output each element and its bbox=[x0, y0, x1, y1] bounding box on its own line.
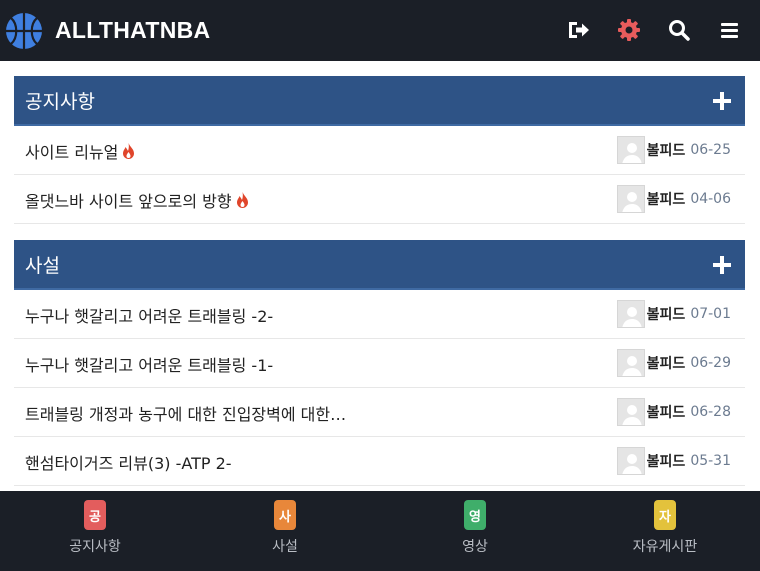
avatar bbox=[616, 185, 645, 213]
section-header: 사설 bbox=[14, 240, 745, 290]
list-item[interactable]: 올댓느바 사이트 앞으로의 방향 볼피드 04-06 bbox=[14, 175, 745, 224]
post-title[interactable]: 사이트 리뉴얼 bbox=[25, 143, 118, 162]
post-date: 04-06 bbox=[690, 191, 731, 207]
nav-label: 영상 bbox=[462, 539, 488, 555]
nav-label: 자유게시판 bbox=[632, 539, 698, 555]
bottom-nav-video[interactable]: 영 영상 bbox=[380, 491, 570, 571]
hamburger-menu-icon[interactable] bbox=[717, 17, 743, 43]
post-date: 06-25 bbox=[690, 142, 731, 158]
freeboard-badge-icon: 자 bbox=[654, 500, 676, 530]
nav-label: 사설 bbox=[272, 539, 298, 555]
avatar bbox=[616, 349, 645, 377]
notice-badge-icon: 공 bbox=[84, 500, 106, 530]
post-date: 07-01 bbox=[690, 306, 731, 322]
avatar bbox=[616, 398, 645, 426]
hot-fire-icon bbox=[123, 143, 135, 159]
post-author[interactable]: 볼피드 bbox=[647, 140, 686, 160]
post-title[interactable]: 트래블링 개정과 농구에 대한 진입장벽에 대한… bbox=[25, 401, 346, 425]
avatar bbox=[616, 136, 645, 164]
post-author[interactable]: 볼피드 bbox=[647, 353, 686, 373]
post-date: 05-31 bbox=[690, 453, 731, 469]
bottom-navbar: 공 공지사항 사 사설 영 영상 자 자유게시판 bbox=[0, 491, 760, 571]
notice-section: 공지사항 사이트 리뉴얼 볼피드 06-25 올댓느바 사이트 앞으로의 방향 … bbox=[14, 76, 745, 224]
basketball-logo-icon[interactable] bbox=[4, 11, 44, 51]
post-meta: 볼피드 06-28 bbox=[616, 398, 731, 426]
bottom-nav-notice[interactable]: 공 공지사항 bbox=[0, 491, 190, 571]
list-item[interactable]: 누구나 햇갈리고 어려운 트래블링 -1- 볼피드 06-29 bbox=[14, 339, 745, 388]
search-icon[interactable] bbox=[666, 17, 692, 43]
list-item[interactable]: 트래블링 개정과 농구에 대한 진입장벽에 대한… 볼피드 06-28 bbox=[14, 388, 745, 437]
post-meta: 볼피드 04-06 bbox=[616, 185, 731, 213]
post-title[interactable]: 핸섬타이거즈 리뷰(3) -ATP 2- bbox=[25, 450, 232, 474]
post-title[interactable]: 누구나 햇갈리고 어려운 트래블링 -2- bbox=[25, 303, 273, 327]
bottom-nav-freeboard[interactable]: 자 자유게시판 bbox=[570, 491, 760, 571]
list-item[interactable]: 핸섬타이거즈 리뷰(3) -ATP 2- 볼피드 05-31 bbox=[14, 437, 745, 486]
site-brand[interactable]: ALLTHATNBA bbox=[55, 17, 210, 44]
avatar bbox=[616, 447, 645, 475]
post-meta: 볼피드 05-31 bbox=[616, 447, 731, 475]
avatar bbox=[616, 300, 645, 328]
logout-icon[interactable] bbox=[566, 17, 592, 43]
video-badge-icon: 영 bbox=[464, 500, 486, 530]
section-title[interactable]: 사설 bbox=[14, 251, 60, 278]
post-title[interactable]: 올댓느바 사이트 앞으로의 방향 bbox=[25, 192, 232, 211]
section-header: 공지사항 bbox=[14, 76, 745, 126]
post-author[interactable]: 볼피드 bbox=[647, 189, 686, 209]
post-author[interactable]: 볼피드 bbox=[647, 402, 686, 422]
post-author[interactable]: 볼피드 bbox=[647, 304, 686, 324]
main-content: 공지사항 사이트 리뉴얼 볼피드 06-25 올댓느바 사이트 앞으로의 방향 … bbox=[0, 61, 760, 491]
post-author[interactable]: 볼피드 bbox=[647, 451, 686, 471]
editorial-section: 사설 누구나 햇갈리고 어려운 트래블링 -2- 볼피드 07-01 누구나 햇… bbox=[14, 240, 745, 486]
post-title[interactable]: 누구나 햇갈리고 어려운 트래블링 -1- bbox=[25, 352, 273, 376]
list-item[interactable]: 사이트 리뉴얼 볼피드 06-25 bbox=[14, 126, 745, 175]
post-date: 06-28 bbox=[690, 404, 731, 420]
list-item[interactable]: 누구나 햇갈리고 어려운 트래블링 -2- 볼피드 07-01 bbox=[14, 290, 745, 339]
hot-fire-icon bbox=[236, 192, 248, 208]
post-meta: 볼피드 06-25 bbox=[616, 136, 731, 164]
nav-label: 공지사항 bbox=[69, 539, 121, 555]
top-navbar: ALLTHATNBA bbox=[0, 0, 760, 61]
more-plus-icon[interactable] bbox=[713, 92, 731, 110]
more-plus-icon[interactable] bbox=[713, 256, 731, 274]
post-date: 06-29 bbox=[690, 355, 731, 371]
post-meta: 볼피드 06-29 bbox=[616, 349, 731, 377]
bottom-nav-editorial[interactable]: 사 사설 bbox=[190, 491, 380, 571]
section-title[interactable]: 공지사항 bbox=[14, 87, 95, 114]
post-meta: 볼피드 07-01 bbox=[616, 300, 731, 328]
editorial-badge-icon: 사 bbox=[274, 500, 296, 530]
gear-icon[interactable] bbox=[616, 17, 642, 43]
